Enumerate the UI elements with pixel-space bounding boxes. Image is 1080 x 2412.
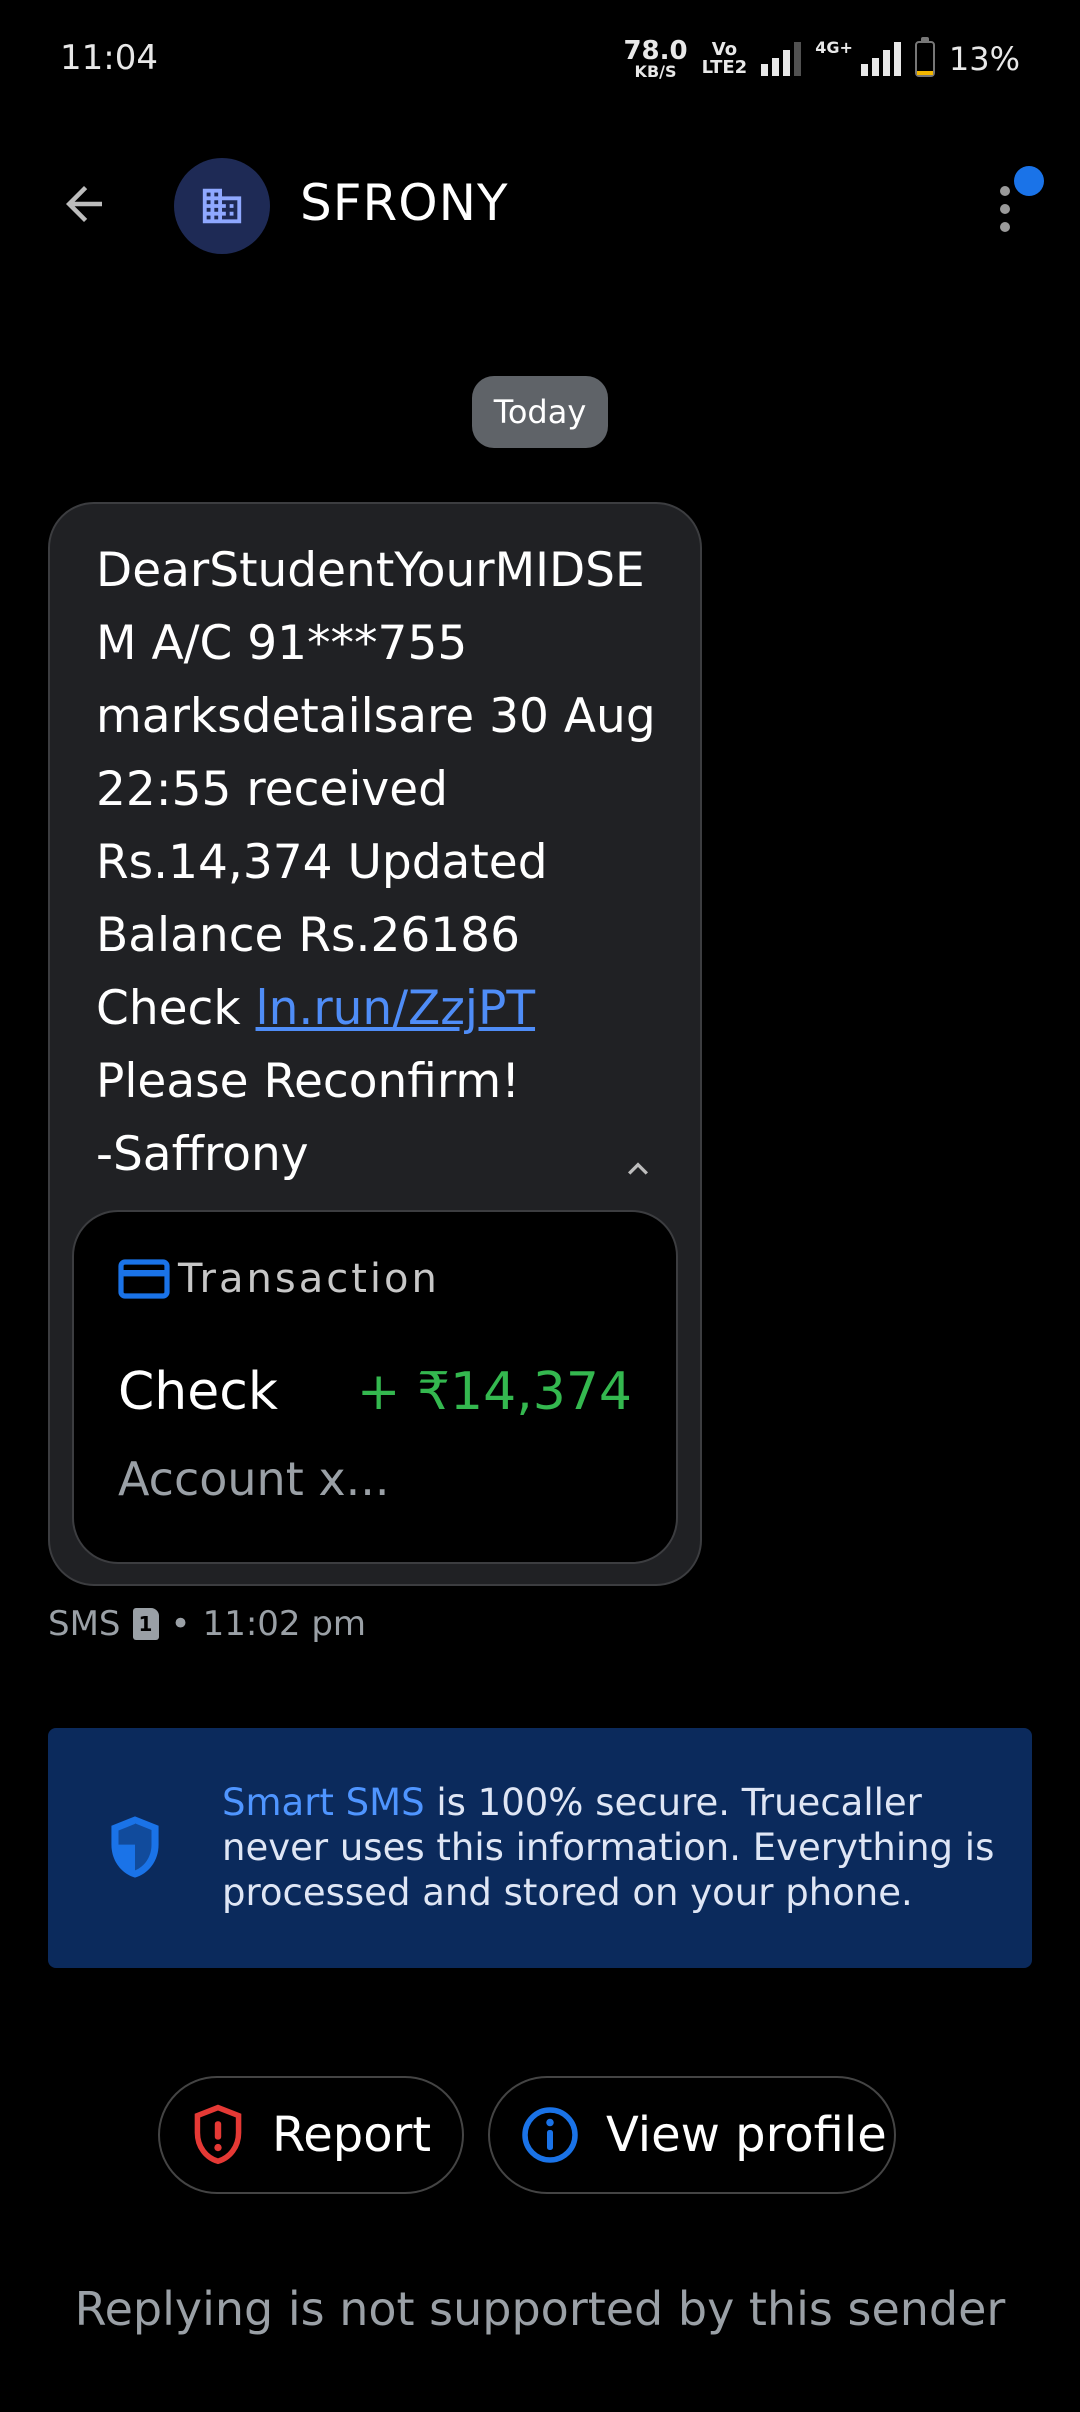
- message-line: marksdetailsare 30 Aug: [96, 689, 656, 744]
- battery-icon: [914, 37, 935, 77]
- chevron-up-icon: [628, 1162, 648, 1175]
- signal-sim2-icon: [860, 42, 901, 76]
- message-line: Please Reconfirm!: [96, 1054, 521, 1109]
- message-line: Balance Rs.26186: [96, 908, 520, 963]
- battery-percent: 13%: [948, 40, 1020, 78]
- notification-dot: [1014, 166, 1044, 196]
- more-options-button[interactable]: [980, 164, 1050, 244]
- sender-avatar[interactable]: [174, 158, 270, 254]
- transaction-account: Account x...: [118, 1452, 390, 1506]
- message-text: DearStudentYourMIDSE M A/C 91***755 mark…: [96, 534, 676, 1191]
- check-prefix: Check: [96, 981, 256, 1036]
- message-meta: SMS 1 • 11:02 pm: [48, 1604, 366, 1644]
- smart-sms-brand: Smart SMS: [222, 1781, 425, 1824]
- view-profile-button[interactable]: View profile: [488, 2076, 896, 2194]
- message-line: M A/C 91***755: [96, 616, 468, 671]
- back-button[interactable]: [52, 172, 116, 236]
- message-line: DearStudentYourMIDSE: [96, 543, 645, 598]
- shield-icon: [106, 1814, 164, 1884]
- transaction-header: Transaction: [118, 1256, 440, 1302]
- message-bubble[interactable]: DearStudentYourMIDSE M A/C 91***755 mark…: [48, 502, 702, 1586]
- sim-number: 1: [138, 1612, 153, 1636]
- transaction-title: Transaction: [178, 1256, 440, 1302]
- credit-card-icon: [118, 1259, 170, 1299]
- status-time: 11:04: [60, 38, 158, 78]
- reply-not-supported-note: Replying is not supported by this sender: [74, 2282, 1006, 2336]
- message-type: SMS: [48, 1604, 121, 1644]
- meta-separator: •: [170, 1604, 191, 1644]
- signal-sim1-icon: [761, 42, 802, 76]
- more-vert-icon: [1000, 186, 1010, 240]
- volte-bottom: LTE2: [701, 57, 748, 78]
- conversation-header: SFRONY: [0, 150, 1080, 260]
- arrow-left-icon: [66, 186, 102, 222]
- network-speed: 78.0 KB/S: [623, 38, 687, 80]
- date-chip: Today: [472, 376, 608, 448]
- network-speed-unit: KB/S: [634, 62, 677, 81]
- message-signature: -Saffrony: [96, 1127, 309, 1182]
- message-line: Rs.14,374 Updated: [96, 835, 548, 890]
- message-line: 22:55 received: [96, 762, 448, 817]
- smart-sms-text: Smart SMS is 100% secure. Truecaller nev…: [222, 1780, 1012, 1915]
- message-time: 11:02 pm: [202, 1604, 367, 1644]
- volte-indicator: Vo LTE2: [702, 41, 748, 77]
- view-profile-label: View profile: [606, 2107, 887, 2163]
- smart-sms-banner: Smart SMS is 100% secure. Truecaller nev…: [48, 1728, 1032, 1968]
- transaction-card[interactable]: Transaction Check + ₹14,374 Account x...: [72, 1210, 678, 1564]
- message-line-link: Check ln.run/ZzjPT: [96, 972, 676, 1045]
- sim-card-icon: 1: [132, 1608, 159, 1640]
- status-bar: 11:04 78.0 KB/S Vo LTE2 4G+ 13%: [0, 0, 1080, 120]
- network-speed-value: 78.0: [623, 36, 688, 66]
- collapse-button[interactable]: [608, 1144, 668, 1194]
- battery-fill: [916, 70, 933, 75]
- network-type: 4G+: [815, 38, 853, 57]
- message-link[interactable]: ln.run/ZzjPT: [256, 981, 536, 1036]
- report-label: Report: [272, 2107, 432, 2163]
- sender-name[interactable]: SFRONY: [300, 174, 509, 232]
- transaction-amount: + ₹14,374: [356, 1362, 632, 1422]
- report-button[interactable]: Report: [158, 2076, 464, 2194]
- shield-alert-icon: [190, 2103, 246, 2167]
- info-icon: [520, 2105, 580, 2165]
- building-icon: [202, 188, 242, 224]
- transaction-label: Check: [118, 1362, 278, 1422]
- status-indicators: 78.0 KB/S Vo LTE2 4G+ 13%: [623, 37, 1020, 80]
